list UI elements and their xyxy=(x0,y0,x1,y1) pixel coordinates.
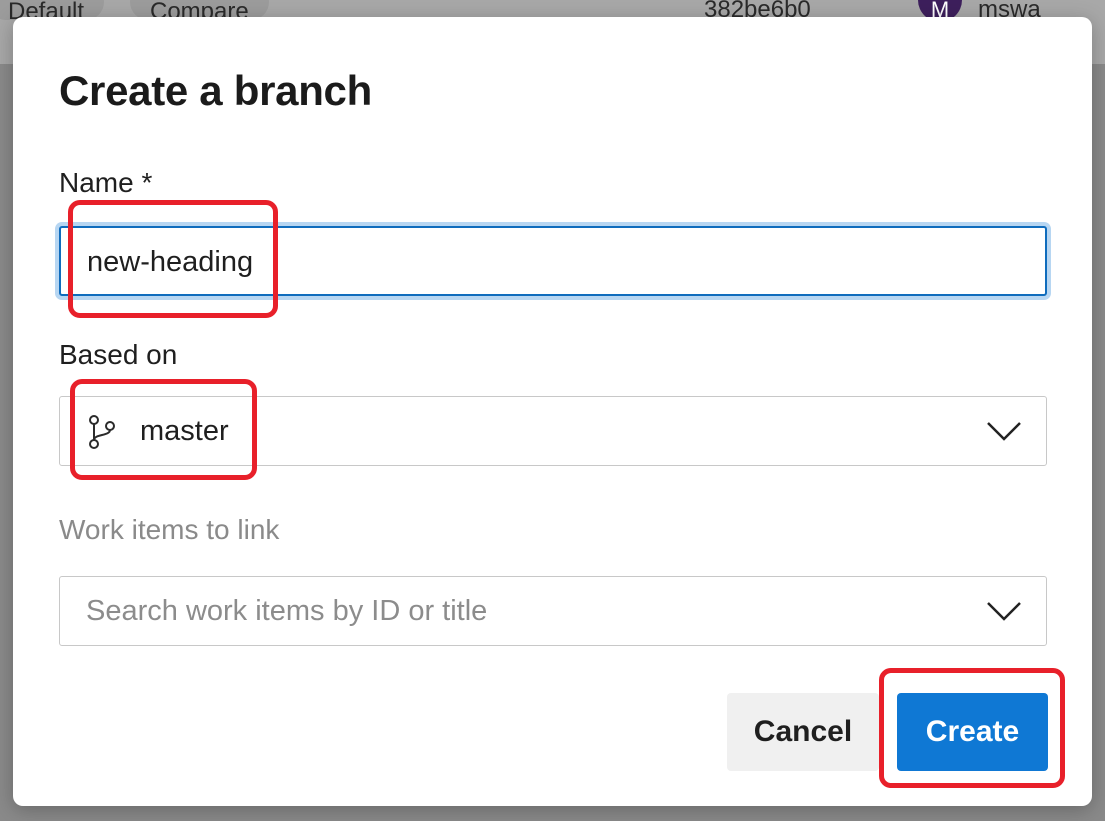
highlight-name-field xyxy=(68,200,278,318)
work-items-label: Work items to link xyxy=(59,514,280,545)
work-items-placeholder: Search work items by ID or title xyxy=(86,595,488,627)
chevron-down-icon xyxy=(987,602,1021,621)
based-on-label: Based on xyxy=(59,339,178,370)
highlight-create-button xyxy=(879,668,1065,788)
dialog-title: Create a branch xyxy=(59,67,372,114)
name-label: Name * xyxy=(59,167,153,198)
work-items-search-dropdown[interactable]: Search work items by ID or title xyxy=(59,576,1047,646)
chevron-down-icon xyxy=(987,422,1021,441)
cancel-button[interactable]: Cancel xyxy=(727,693,879,771)
highlight-based-on xyxy=(70,379,257,480)
